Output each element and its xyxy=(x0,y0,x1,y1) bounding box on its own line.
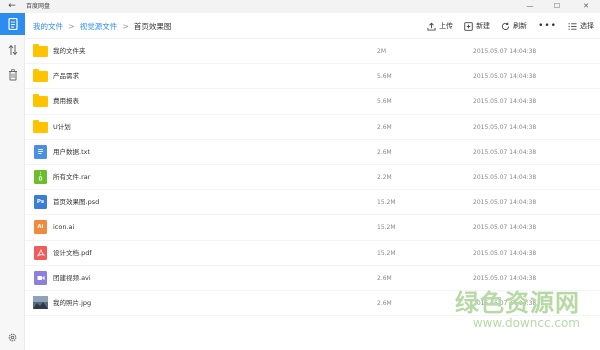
minimize-button[interactable]: — xyxy=(520,0,540,13)
breadcrumb-item-source-files[interactable]: 视觉源文件 xyxy=(80,21,118,32)
close-button[interactable]: ✕ xyxy=(576,0,596,13)
transfer-icon xyxy=(8,44,17,56)
title-bar: ← 百度网盘 — ☐ ✕ xyxy=(0,0,600,13)
file-date: 2015.05.07 14:04:38 xyxy=(473,199,537,207)
upload-icon xyxy=(427,22,436,31)
file-size: 2M xyxy=(377,48,386,55)
file-size: 2.6M xyxy=(377,299,392,307)
file-name: icon.ai xyxy=(53,223,75,232)
file-size: 5.6M xyxy=(377,73,392,81)
file-date: 2015.05.07 14:04:38 xyxy=(473,274,537,282)
watermark: 绿色资源网 www.downcc.com xyxy=(455,290,580,330)
list-item[interactable]: Ai icon.ai 15.2M 2015.05.07 14:04:38 xyxy=(25,215,600,241)
file-name: 团建视频.avi xyxy=(53,273,91,282)
list-item[interactable]: 我的文件夹 2M 2015.05.07 14:04:38 xyxy=(25,39,600,65)
file-date: 2015.05.07 14:04:38 xyxy=(473,224,537,232)
list-item[interactable]: 设计文档.pdf 15.2M 2015.05.07 14:04:38 xyxy=(25,241,600,266)
app-title: 百度网盘 xyxy=(26,3,51,10)
breadcrumb-item-current: 首页效果图 xyxy=(133,21,172,31)
file-name: U计划 xyxy=(53,122,71,131)
file-date: 2015.05.07 14:04:38 xyxy=(473,98,537,106)
pdf-file-icon xyxy=(34,245,47,260)
illustrator-file-icon: Ai xyxy=(34,220,47,235)
watermark-url: www.downcc.com xyxy=(472,316,580,330)
file-date: 2015.05.07 14:04:38 xyxy=(473,73,537,81)
folder-icon xyxy=(33,119,48,133)
breadcrumb-item-my-files[interactable]: 我的文件 xyxy=(33,21,63,32)
file-size: 15.2M xyxy=(377,199,396,207)
breadcrumb: 我的文件 > 视觉源文件 > 首页效果图 xyxy=(33,13,171,39)
text-file-icon xyxy=(34,144,47,159)
file-name: 所有文件.rar xyxy=(53,172,91,181)
file-size: 2.6M xyxy=(377,148,392,156)
toolbar: 我的文件 > 视觉源文件 > 首页效果图 上传 新建 刷新 ••• 选择 xyxy=(25,13,600,39)
refresh-button[interactable]: 刷新 xyxy=(501,21,527,31)
image-thumbnail-icon xyxy=(33,295,48,309)
breadcrumb-separator: > xyxy=(122,21,129,31)
file-name: 产品需求 xyxy=(53,72,79,81)
file-size: 5.6M xyxy=(377,98,392,106)
file-name: 我的文件夹 xyxy=(53,47,86,55)
file-size: 2.2M xyxy=(377,173,392,181)
file-date: 2015.05.07 14:04:38 xyxy=(473,123,537,131)
back-arrow-icon[interactable]: ← xyxy=(3,0,21,13)
rail-settings-button[interactable] xyxy=(0,326,25,348)
rail-trash-button[interactable] xyxy=(0,64,25,86)
gear-icon xyxy=(8,333,17,341)
list-item[interactable]: 所有文件.rar 2.2M 2015.05.07 14:04:38 xyxy=(25,165,600,191)
toolbar-actions: 上传 新建 刷新 ••• 选择 xyxy=(416,13,594,39)
list-item[interactable]: 团建视频.avi 2.6M 2015.05.07 14:04:38 xyxy=(25,266,600,291)
list-item[interactable]: U计划 2.6M 2015.05.07 14:04:38 xyxy=(25,115,600,140)
list-item[interactable]: 用户数据.txt 2.6M 2015.05.07 14:04:38 xyxy=(25,140,600,165)
file-name: 设计文档.pdf xyxy=(53,248,92,257)
file-size: 2.6M xyxy=(377,274,392,282)
file-name: 我的照片.jpg xyxy=(53,298,92,307)
select-label: 选择 xyxy=(580,22,594,30)
file-size: 2.6M xyxy=(377,123,392,131)
folder-icon xyxy=(33,94,48,108)
refresh-icon xyxy=(501,22,510,30)
file-name: 用户数据.txt xyxy=(53,147,91,156)
video-file-icon xyxy=(34,270,47,285)
new-label: 新建 xyxy=(476,22,491,30)
list-item[interactable]: 费用报表 5.6M 2015.05.07 14:04:38 xyxy=(25,89,600,115)
watermark-title: 绿色资源网 xyxy=(455,289,580,317)
new-button[interactable]: 新建 xyxy=(464,21,490,31)
list-item[interactable]: 产品需求 5.6M 2015.05.07 14:04:38 xyxy=(25,64,600,90)
select-button[interactable]: 选择 xyxy=(568,21,594,31)
upload-label: 上传 xyxy=(439,22,454,30)
folder-icon xyxy=(33,44,48,57)
file-date: 2015.05.07 14:04:38 xyxy=(473,148,537,156)
breadcrumb-separator: > xyxy=(68,21,75,31)
refresh-label: 刷新 xyxy=(513,22,528,30)
archive-file-icon xyxy=(34,169,47,184)
file-name: 费用报表 xyxy=(53,97,79,106)
trash-icon xyxy=(8,69,17,81)
list-select-icon xyxy=(568,22,577,30)
rail-transfer-button[interactable] xyxy=(0,39,25,61)
file-size: 15.2M xyxy=(377,249,396,257)
file-date: 2015.05.07 14:04:38 xyxy=(473,173,537,181)
file-name: 首页效果图.psd xyxy=(53,198,100,207)
rail-files-button[interactable] xyxy=(0,13,25,35)
new-folder-icon xyxy=(464,21,473,31)
photoshop-file-icon: Ps xyxy=(34,195,47,210)
maximize-button[interactable]: ☐ xyxy=(547,0,567,13)
file-list: 我的文件夹 2M 2015.05.07 14:04:38 产品需求 5.6M 2… xyxy=(25,39,600,317)
file-date: 2015.05.07 14:04:38 xyxy=(473,249,537,257)
list-item[interactable]: Ps 首页效果图.psd 15.2M 2015.05.07 14:04:38 xyxy=(25,190,600,216)
more-options-button[interactable]: ••• xyxy=(538,21,557,31)
upload-button[interactable]: 上传 xyxy=(427,21,453,31)
file-date: 2015.05.07 14:04:38 xyxy=(473,48,537,55)
left-rail xyxy=(0,13,25,350)
file-size: 15.2M xyxy=(377,224,396,232)
folder-icon xyxy=(33,69,48,83)
document-icon xyxy=(7,18,18,30)
